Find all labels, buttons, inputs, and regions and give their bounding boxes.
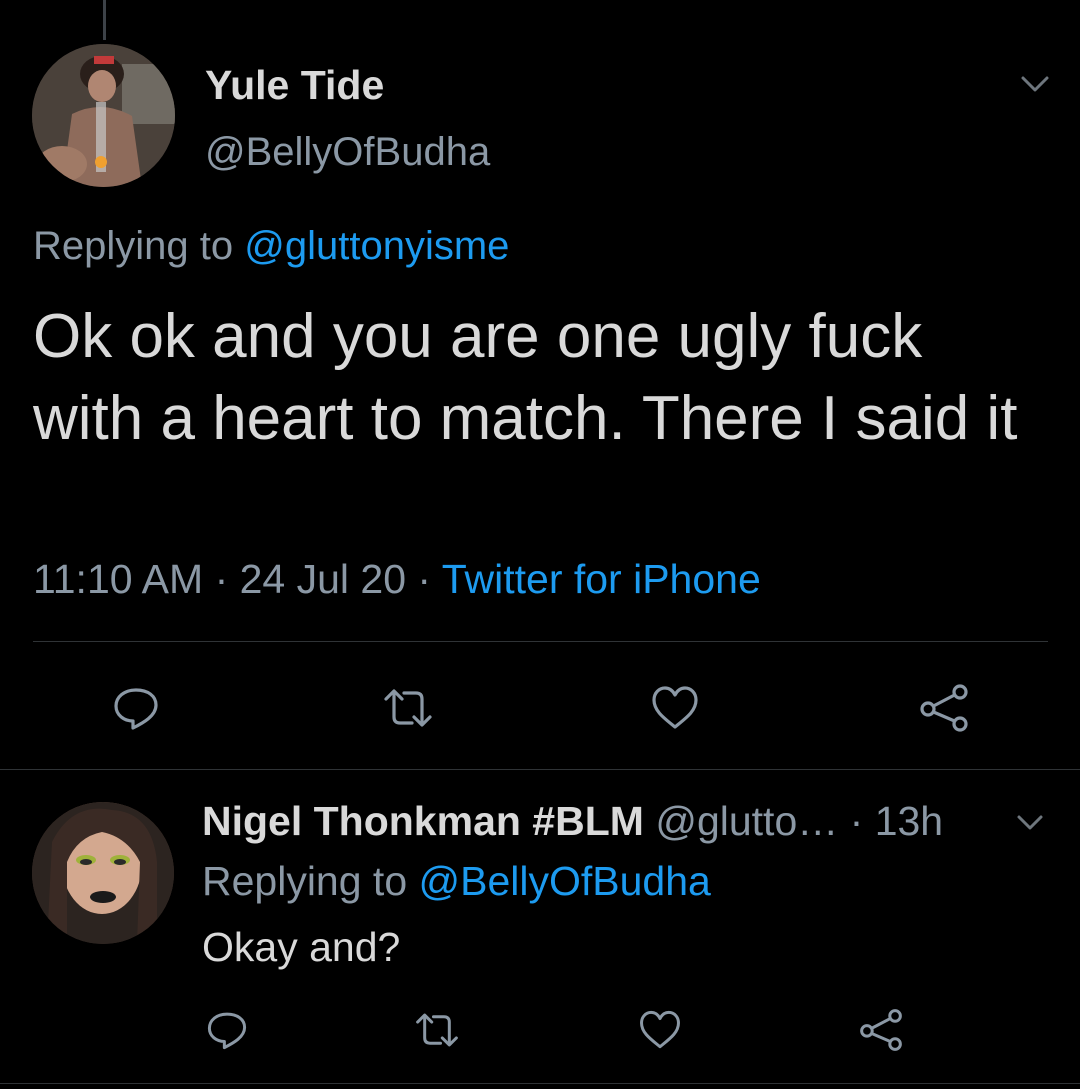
tweet-time[interactable]: 13h: [875, 798, 943, 844]
share-icon: [860, 1009, 902, 1051]
meta-separator: ·: [406, 556, 442, 602]
avatar-photo: [32, 802, 174, 944]
share-button[interactable]: [858, 1008, 904, 1052]
user-handle[interactable]: @glutto…: [655, 798, 838, 844]
like-icon: [640, 1010, 680, 1049]
replying-to-label: Replying to: [33, 224, 245, 268]
reply-button[interactable]: [205, 1008, 249, 1052]
chevron-down-icon[interactable]: [1015, 70, 1055, 100]
meta-separator: ·: [203, 556, 240, 602]
display-name[interactable]: Yule Tide: [205, 62, 384, 109]
tweet-text: Okay and?: [202, 924, 401, 970]
retweet-button[interactable]: [412, 1008, 462, 1052]
reply-header: Nigel Thonkman #BLM @glutto… · 13h: [202, 798, 943, 845]
user-handle[interactable]: @BellyOfBudha: [205, 130, 490, 175]
retweet-icon: [416, 1013, 458, 1047]
like-button[interactable]: [650, 683, 700, 733]
replying-to-mention[interactable]: @BellyOfBudha: [419, 858, 711, 904]
like-icon: [652, 686, 698, 729]
avatar[interactable]: [32, 802, 174, 944]
avatar-photo: [32, 44, 175, 187]
retweet-icon: [384, 689, 432, 727]
reply-button[interactable]: [111, 683, 161, 733]
replying-to-line: Replying to @BellyOfBudha: [202, 858, 711, 905]
main-tweet: Yule Tide @BellyOfBudha Replying to @glu…: [0, 0, 1080, 770]
tweet-time[interactable]: 11:10 AM: [33, 556, 203, 602]
tweet-meta: 11:10 AM · 24 Jul 20 · Twitter for iPhon…: [33, 556, 761, 603]
chevron-down-icon[interactable]: [1013, 810, 1047, 836]
tweet-text: Ok ok and you are one ugly fuck with a h…: [33, 302, 1018, 453]
like-button[interactable]: [638, 1008, 682, 1052]
tweet-source[interactable]: Twitter for iPhone: [442, 556, 761, 602]
share-button[interactable]: [918, 683, 970, 733]
replying-to-label: Replying to: [202, 858, 419, 904]
reply-icon: [114, 688, 158, 730]
replying-to-mention[interactable]: @gluttonyisme: [244, 224, 509, 268]
share-icon: [920, 684, 968, 732]
divider: [0, 769, 1080, 770]
reply-icon: [207, 1012, 247, 1050]
tweet-date[interactable]: 24 Jul 20: [240, 556, 406, 602]
divider: [0, 1083, 1080, 1084]
avatar[interactable]: [32, 44, 175, 187]
divider: [33, 641, 1048, 642]
meta-separator: ·: [838, 798, 875, 844]
replying-to-line: Replying to @gluttonyisme: [33, 224, 509, 269]
display-name[interactable]: Nigel Thonkman #BLM: [202, 798, 644, 844]
retweet-button[interactable]: [380, 683, 436, 733]
